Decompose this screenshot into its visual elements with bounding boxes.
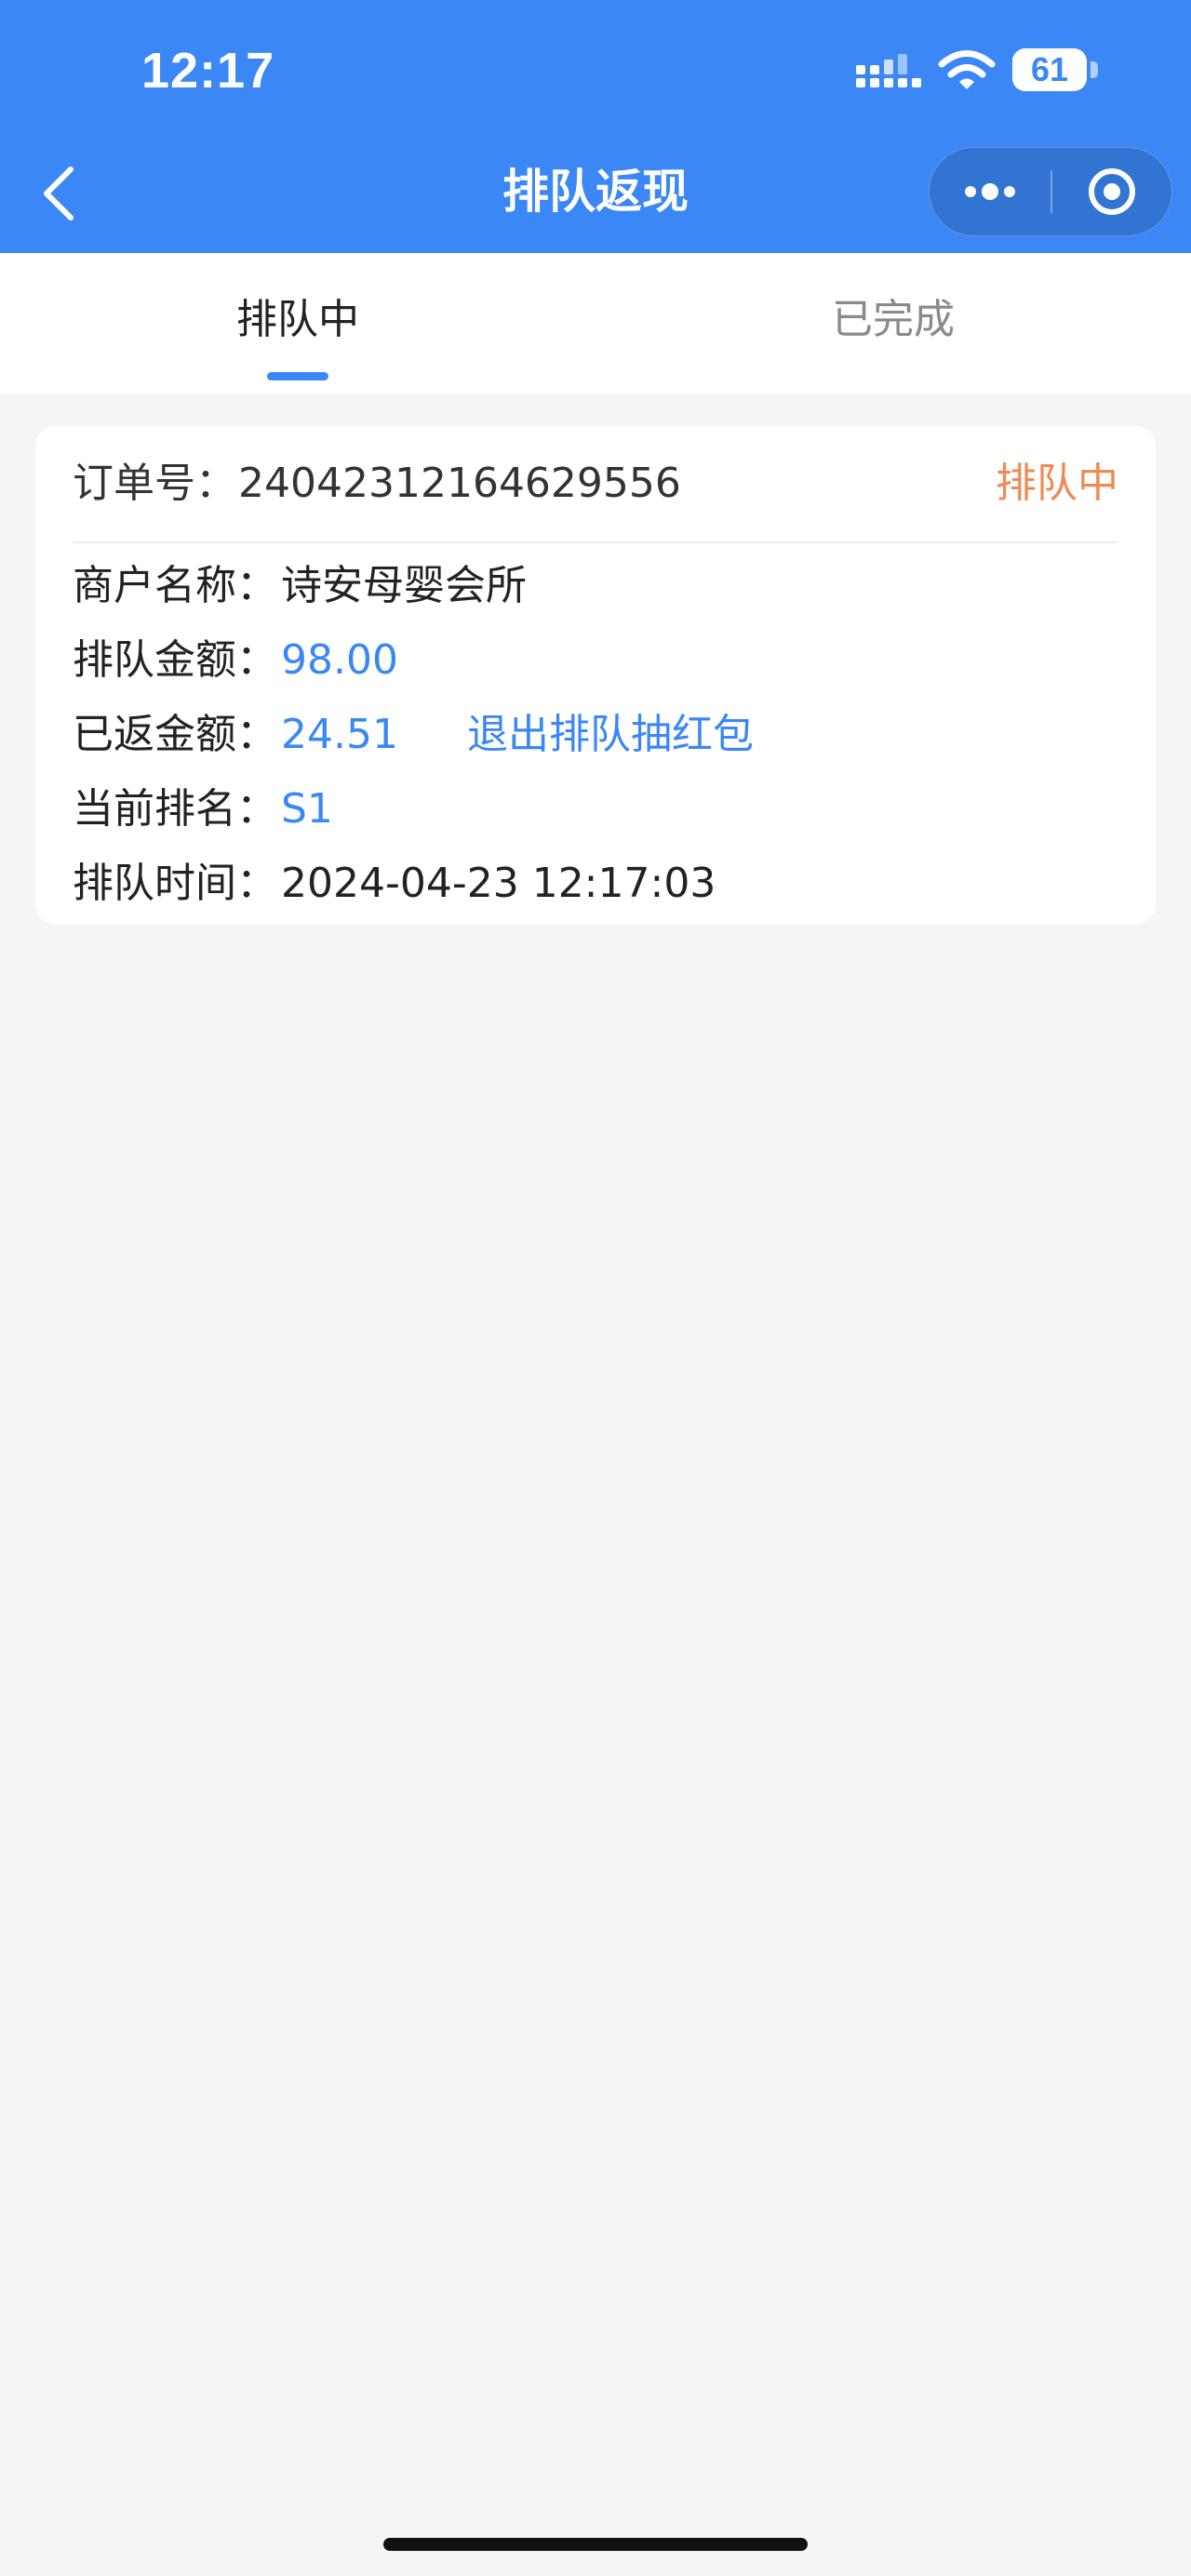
home-indicator[interactable] bbox=[383, 2538, 808, 2551]
rank-label: 当前排名： bbox=[73, 785, 277, 833]
merchant-name: 诗安母婴会所 bbox=[281, 562, 527, 609]
more-dots-icon bbox=[965, 183, 1015, 200]
order-number: 24042312164629556 bbox=[238, 460, 681, 507]
close-mini-program-button[interactable] bbox=[1052, 148, 1171, 235]
status-badge: 排队中 bbox=[996, 460, 1118, 507]
target-close-icon bbox=[1089, 168, 1135, 215]
back-button[interactable] bbox=[33, 156, 89, 231]
queue-time: 2024-04-23 12:17:03 bbox=[281, 860, 716, 907]
status-time: 12:17 bbox=[141, 43, 275, 99]
tab-label: 已完成 bbox=[832, 296, 955, 343]
cellular-signal-icon bbox=[856, 54, 921, 87]
active-tab-indicator bbox=[267, 372, 328, 380]
returned-amount-row: 已返金额： 24.51 退出排队抽红包 bbox=[73, 705, 1118, 765]
tab-completed[interactable]: 已完成 bbox=[596, 253, 1191, 394]
returned-amount: 24.51 bbox=[281, 711, 398, 758]
merchant-row: 商户名称： 诗安母婴会所 bbox=[73, 556, 1118, 616]
merchant-label: 商户名称： bbox=[73, 562, 277, 609]
tab-label: 排队中 bbox=[236, 296, 359, 343]
order-card: 订单号： 24042312164629556 排队中 商户名称： 诗安母婴会所 … bbox=[35, 426, 1156, 925]
tab-bar: 排队中 已完成 bbox=[0, 253, 1191, 394]
page-title: 排队返现 bbox=[502, 165, 689, 219]
order-card-header: 订单号： 24042312164629556 排队中 bbox=[73, 426, 1118, 543]
header: 12:17 61 排队返现 bbox=[0, 0, 1191, 253]
battery-icon: 61 bbox=[1012, 48, 1087, 91]
wifi-icon bbox=[938, 50, 996, 89]
order-number-label: 订单号： bbox=[73, 460, 236, 507]
queue-amount: 98.00 bbox=[281, 636, 398, 684]
more-button[interactable] bbox=[930, 148, 1050, 235]
returned-amount-label: 已返金额： bbox=[73, 711, 277, 758]
queue-time-row: 排队时间： 2024-04-23 12:17:03 bbox=[73, 854, 1118, 914]
queue-amount-row: 排队金额： 98.00 bbox=[73, 631, 1118, 690]
tab-queuing[interactable]: 排队中 bbox=[0, 253, 596, 394]
queue-amount-label: 排队金额： bbox=[73, 636, 277, 684]
mini-program-capsule bbox=[929, 147, 1172, 236]
queue-time-label: 排队时间： bbox=[73, 860, 277, 907]
battery-percentage: 61 bbox=[1030, 50, 1069, 88]
rank-row: 当前排名： S1 bbox=[73, 780, 1118, 839]
exit-queue-link[interactable]: 退出排队抽红包 bbox=[467, 705, 754, 765]
current-rank: S1 bbox=[281, 785, 333, 833]
battery-cap bbox=[1091, 61, 1098, 78]
chevron-left-icon bbox=[44, 167, 74, 220]
